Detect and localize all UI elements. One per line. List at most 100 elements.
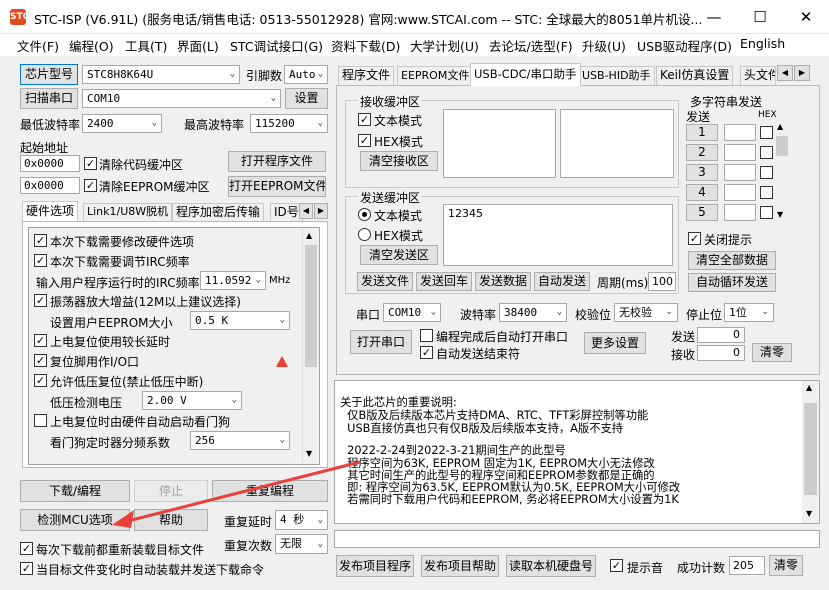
close-tip-checkbox[interactable]: ✓ (688, 232, 701, 245)
help-button[interactable]: 帮助 (134, 509, 208, 531)
receive-hex-area[interactable] (560, 109, 674, 178)
open-program-button[interactable]: 打开程序文件 (228, 151, 326, 172)
scroll-thumb[interactable] (804, 403, 817, 495)
multi-send-row-5-hex-checkbox[interactable] (760, 206, 773, 219)
menu-university[interactable]: 大学计划(U) (410, 36, 479, 55)
clear-receive-button[interactable]: 清空接收区 (360, 151, 438, 171)
menu-download[interactable]: 资料下载(D) (331, 36, 400, 55)
clear-send-button[interactable]: 清空发送区 (360, 245, 438, 265)
scan-port-button[interactable]: 扫描串口 (20, 88, 78, 109)
repeat-delay-select[interactable]: 4 秒 ⌄ (275, 510, 328, 530)
pin-select[interactable]: Auto ⌄ (284, 65, 328, 84)
scroll-up-icon[interactable]: ▲ (777, 122, 783, 131)
multi-send-row-3-input[interactable] (724, 164, 756, 181)
reload-each-checkbox[interactable]: ✓ (20, 542, 33, 555)
download-button[interactable]: 下载/编程 (20, 480, 130, 502)
scroll-down-icon[interactable]: ▼ (306, 449, 312, 458)
scroll-thumb[interactable] (776, 136, 788, 156)
auto-send-checkbox[interactable]: ✓ (20, 562, 33, 575)
multi-send-row-1-input[interactable] (724, 124, 756, 141)
menu-usb-driver[interactable]: USB驱动程序(D) (637, 36, 732, 55)
stop-bit-select[interactable]: 1位 ⌄ (724, 303, 774, 322)
multi-send-row-2-hex-checkbox[interactable] (760, 146, 773, 159)
chip-select[interactable]: STC8H8K64U ⌄ (82, 65, 240, 84)
tab-usb-hid[interactable]: USB-HID助手 (578, 66, 655, 85)
send-data-button[interactable]: 发送数据 (475, 272, 531, 291)
menu-english[interactable]: English (740, 36, 785, 51)
scroll-thumb[interactable] (305, 245, 317, 367)
send-file-button[interactable]: 发送文件 (357, 272, 413, 291)
recv-hex-mode-checkbox[interactable]: ✓ (358, 134, 371, 147)
publish-program-button[interactable]: 发布项目程序 (336, 555, 414, 577)
clear-success-button[interactable]: 清零 (769, 555, 803, 576)
stop-button[interactable]: 停止 (134, 480, 208, 502)
tab-program-file[interactable]: 程序文件 (338, 66, 395, 85)
options-scrollbar[interactable]: ▲ ▼ (302, 229, 318, 463)
close-button[interactable]: ✕ (783, 0, 829, 34)
maximize-button[interactable]: ☐ (737, 0, 783, 34)
menu-program[interactable]: 编程(O) (69, 36, 114, 55)
eeprom-addr-input[interactable]: 0x0000 (20, 177, 80, 194)
tab-eeprom-file[interactable]: EEPROM文件 (397, 66, 474, 85)
tip-sound-checkbox[interactable]: ✓ (610, 559, 623, 572)
right-tab-right-icon[interactable]: ▶ (794, 65, 810, 81)
port-select[interactable]: COM10 ⌄ (82, 89, 281, 108)
auto-loop-button[interactable]: 自动循环发送 (688, 273, 776, 292)
scroll-up-icon[interactable]: ▲ (306, 231, 312, 240)
right-tab-left-icon[interactable]: ◀ (777, 65, 793, 81)
tab-hardware-options[interactable]: 硬件选项 (22, 201, 79, 221)
multi-send-row-3-hex-checkbox[interactable] (760, 166, 773, 179)
max-baud-select[interactable]: 115200 ⌄ (250, 114, 328, 133)
more-settings-button[interactable]: 更多设置 (584, 332, 646, 354)
scroll-up-icon[interactable]: ▲ (806, 383, 812, 392)
tab-serial-assistant[interactable]: USB-CDC/串口助手 (470, 63, 581, 86)
multi-send-row-4-hex-checkbox[interactable] (760, 186, 773, 199)
read-disk-button[interactable]: 读取本机硬盘号 (506, 555, 596, 577)
repeat-program-button[interactable]: 重复编程 (212, 480, 328, 502)
multi-send-row-2-input[interactable] (724, 144, 756, 161)
open-port-button[interactable]: 打开串口 (350, 330, 412, 354)
tab-header-file[interactable]: 头文件 (740, 66, 776, 85)
baud-select[interactable]: 38400 ⌄ (499, 303, 567, 322)
wdt-select[interactable]: 256 ⌄ (190, 431, 290, 450)
multi-send-row-4-input[interactable] (724, 184, 756, 201)
multi-send-row-1-button[interactable]: 1 (686, 124, 718, 141)
info-scrollbar[interactable]: ▲ ▼ (802, 381, 819, 523)
clear-count-button[interactable]: 清零 (752, 343, 792, 362)
menu-tools[interactable]: 工具(T) (125, 36, 167, 55)
minimize-button[interactable]: — (691, 0, 737, 34)
auto-open-checkbox[interactable] (420, 329, 433, 342)
tab-encryption[interactable]: 程序加密后传输 (172, 203, 265, 221)
opt-long-delay-checkbox[interactable]: ✓ (34, 334, 47, 347)
menu-interface[interactable]: 界面(L) (177, 36, 219, 55)
opt-osc-gain-checkbox[interactable]: ✓ (34, 294, 47, 307)
send-return-button[interactable]: 发送回车 (416, 272, 472, 291)
tab-scroll-right-icon[interactable]: ▶ (314, 203, 328, 219)
repeat-count-select[interactable]: 无限 ⌄ (275, 534, 328, 554)
publish-help-button[interactable]: 发布项目帮助 (421, 555, 499, 577)
multi-send-row-5-button[interactable]: 5 (686, 204, 718, 221)
opt-adjust-irc-checkbox[interactable]: ✓ (34, 254, 47, 267)
clear-all-button[interactable]: 清空全部数据 (688, 251, 776, 270)
tab-id[interactable]: ID号 (270, 203, 303, 221)
eeprom-size-select[interactable]: 0.5 K ⌄ (190, 311, 290, 330)
period-input[interactable]: 100 (648, 272, 676, 291)
send-text-area[interactable]: 12345 (443, 204, 673, 266)
multi-send-row-4-button[interactable]: 4 (686, 184, 718, 201)
open-eeprom-button[interactable]: 打开EEPROM文件 (228, 176, 326, 197)
chip-type-button[interactable]: 芯片型号 (20, 64, 78, 85)
auto-end-checkbox[interactable]: ✓ (420, 346, 433, 359)
menu-upgrade[interactable]: 升级(U) (582, 36, 626, 55)
scroll-down-icon[interactable]: ▼ (777, 210, 783, 219)
lv-select[interactable]: 2.00 V ⌄ (142, 391, 242, 410)
settings-button[interactable]: 设置 (285, 88, 328, 109)
auto-send-button[interactable]: 自动发送 (534, 272, 590, 291)
menu-debug[interactable]: STC调试接口(G) (230, 36, 323, 55)
multi-send-row-5-input[interactable] (724, 204, 756, 221)
clear-code-checkbox[interactable]: ✓ (84, 157, 97, 170)
serial-port-select[interactable]: COM10 ⌄ (383, 303, 441, 322)
parity-select[interactable]: 无校验 ⌄ (614, 303, 678, 322)
send-text-mode-radio[interactable] (358, 208, 371, 221)
receive-text-area[interactable] (443, 109, 556, 178)
irc-select[interactable]: 11.0592 ⌄ (200, 271, 266, 290)
